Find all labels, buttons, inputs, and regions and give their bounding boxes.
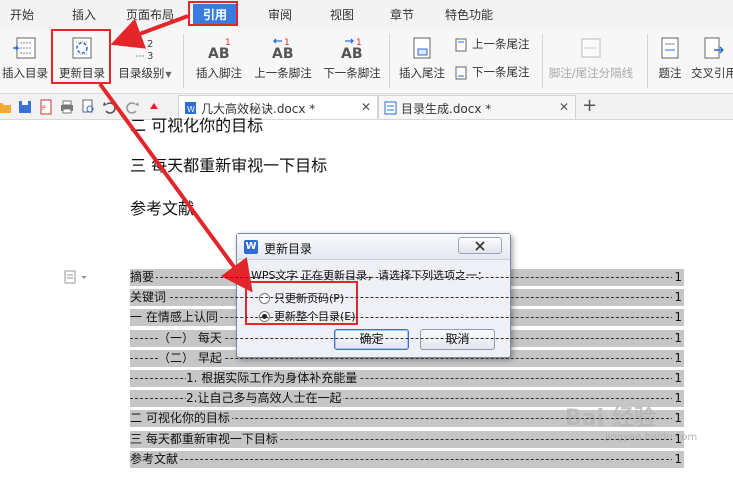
toc-entry-text: 三 每天都重新审视一下目标	[130, 431, 280, 446]
toc-entry-text: （一） 每天	[158, 330, 224, 345]
toc-page-number: 1	[672, 410, 682, 428]
toc-page-number: 1	[672, 370, 682, 387]
toc-page-number: 1	[672, 390, 682, 408]
toc-leader-dots	[130, 458, 674, 460]
toc-entry-text: 关键词	[130, 290, 169, 305]
toc-entry-text: 摘要	[130, 270, 157, 284]
toc-page-number: 1	[672, 289, 682, 307]
toc-page-number: 1	[672, 309, 682, 327]
toc-page-number: 1	[672, 269, 682, 286]
toc-page-number: 1	[672, 329, 682, 347]
toc-entry-text: 二 可视化你的目标	[130, 411, 232, 426]
toc-page-number: 1	[672, 450, 682, 468]
toc-page-number: 1	[672, 349, 682, 367]
toc-entry-text: 1. 根据实际工作为身体补充能量	[186, 371, 360, 385]
toc-entry-text: （二） 早起	[158, 350, 224, 365]
toc-entry-text: 参考文献	[130, 451, 181, 466]
arrow-to-dialog	[98, 82, 253, 293]
toc-entry-text: 2.让自己多与高效人士在一起	[186, 391, 344, 406]
toc-leader-dots	[130, 277, 674, 278]
toc-leader-dots	[130, 297, 674, 299]
toc-entry-text: 一 在情感上认同	[130, 310, 220, 325]
arrow-to-update-toc	[110, 14, 189, 49]
toc-page-number: 1	[672, 430, 682, 448]
